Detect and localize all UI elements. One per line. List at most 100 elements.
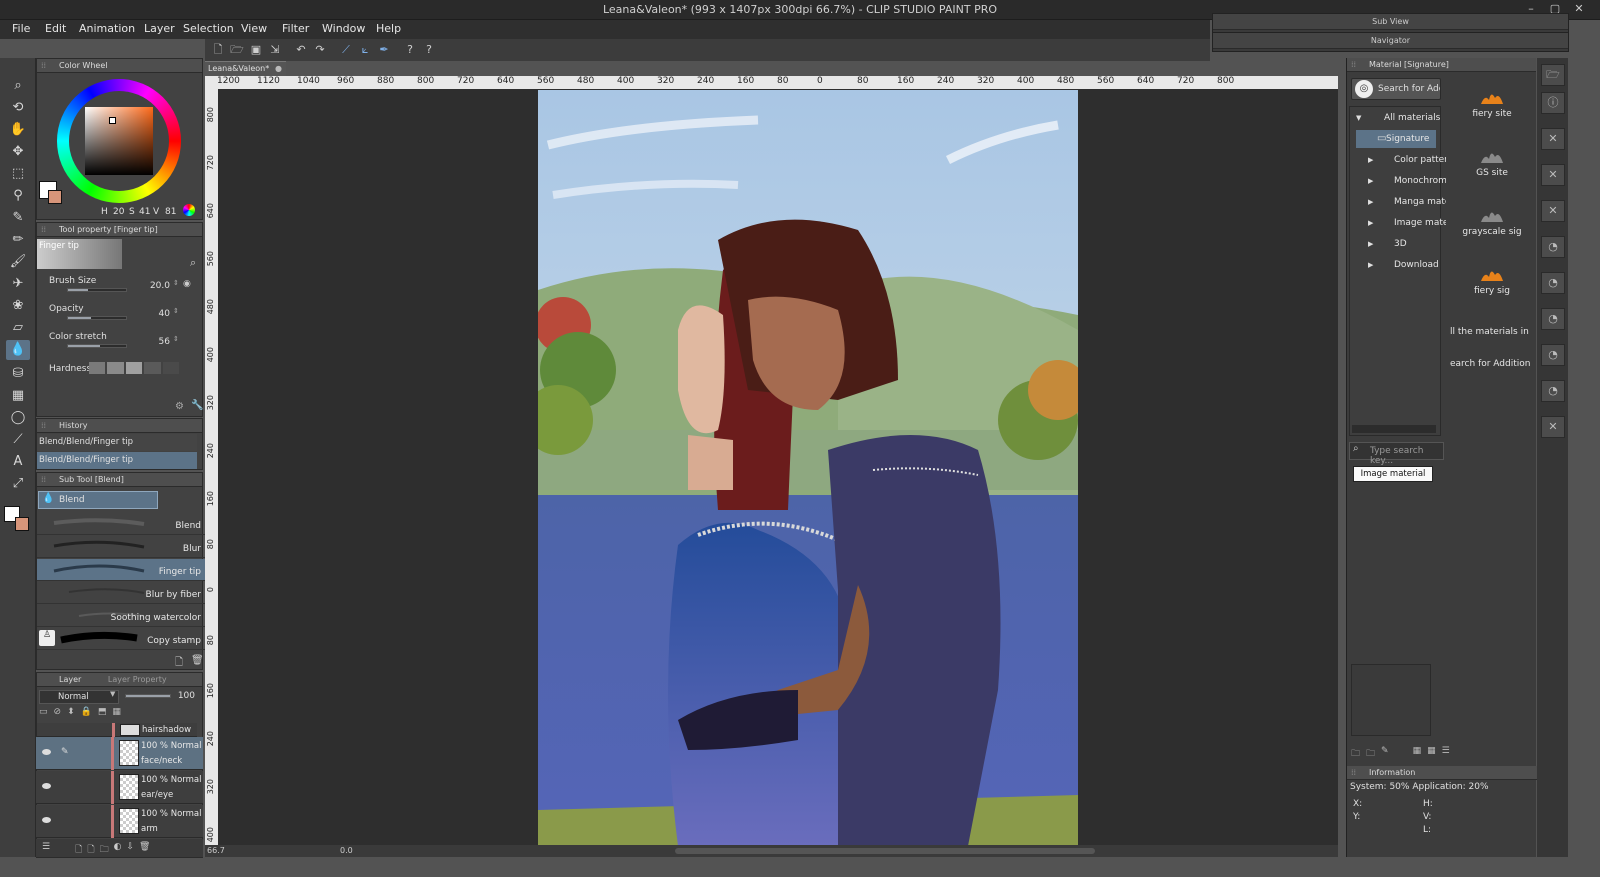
close-button[interactable]: ✕ — [1571, 1, 1587, 17]
grid-small-icon[interactable]: ▦ — [1427, 746, 1436, 762]
h-value[interactable]: 20 — [113, 207, 124, 217]
material-pattern-icon[interactable]: ✕ — [1541, 128, 1565, 150]
navigator-panel[interactable]: Navigator — [1212, 32, 1569, 52]
visibility-eye-icon[interactable] — [42, 749, 51, 755]
fill-icon[interactable]: ⛁ — [6, 364, 30, 384]
history-item[interactable]: Blend/Blend/Finger tip — [37, 434, 197, 451]
chevron-right-icon[interactable]: ▶ — [1368, 219, 1373, 227]
pen-tool-icon[interactable]: ✎ — [6, 208, 30, 228]
v-value[interactable]: 81 — [165, 207, 176, 217]
save-icon[interactable]: ▣ — [248, 42, 264, 58]
brush-icon[interactable]: 🖌 — [6, 252, 30, 272]
material-item[interactable]: fiery sig — [1453, 265, 1531, 296]
grid-large-icon[interactable]: ▦ — [1413, 746, 1422, 762]
layer-row-ear-eye[interactable]: 100 % Normal ear/eye — [36, 771, 203, 804]
magnify-icon[interactable]: ⌕ — [190, 256, 196, 270]
new-file-icon[interactable]: 🗋 — [210, 42, 226, 58]
sub-view-panel[interactable]: Sub View — [1212, 13, 1569, 33]
select-icon[interactable]: ⬚ — [6, 164, 30, 184]
sub-color-swatch-mini[interactable] — [48, 190, 62, 204]
rotate-icon[interactable]: ⟲ — [6, 98, 30, 118]
brush-size-value[interactable]: 20.0 — [142, 281, 170, 291]
spinner-icon[interactable]: ⇕ — [173, 307, 179, 315]
opacity-slider[interactable] — [67, 316, 127, 320]
lasso-icon[interactable]: ⟀ — [357, 42, 373, 58]
clip-icon[interactable]: ⬒ — [98, 707, 107, 721]
pencil-icon[interactable]: ✏ — [6, 230, 30, 250]
material-image-icon[interactable]: ◔ — [1541, 344, 1565, 366]
new-vector-layer-icon[interactable]: 🗋 — [87, 842, 94, 855]
sub-tool-item-blend[interactable]: Blend — [37, 513, 205, 535]
delete-layer-icon[interactable]: 🗑 — [139, 842, 150, 854]
lock-icon[interactable]: 🔒 — [81, 707, 92, 721]
tree-scrollbar[interactable] — [1352, 425, 1436, 433]
chevron-right-icon[interactable]: ▶ — [1368, 240, 1373, 248]
history-item[interactable]: Blend/Blend/Finger tip — [37, 452, 197, 469]
edit-icon[interactable]: ✎ — [1381, 746, 1389, 762]
selection-tool-icon[interactable]: ⟋ — [338, 42, 354, 58]
layer-row-face-neck[interactable]: ✎ 100 % Normal face/neck — [36, 737, 203, 770]
chevron-right-icon[interactable]: ▶ — [1368, 198, 1373, 206]
menu-edit[interactable]: Edit — [43, 22, 68, 35]
tree-item-signature[interactable]: Signature — [1356, 130, 1436, 148]
zoom-icon[interactable]: ⌕ — [6, 76, 30, 96]
layer-tab[interactable]: Layer — [59, 675, 81, 684]
material-image-icon[interactable]: ◔ — [1541, 272, 1565, 294]
material-pattern-icon[interactable]: ✕ — [1541, 164, 1565, 186]
hardness-selector[interactable] — [89, 362, 180, 374]
pressure-icon[interactable]: ◉ — [183, 279, 191, 289]
layer-color-icon[interactable]: ▭ — [39, 707, 48, 721]
horizontal-scrollbar[interactable] — [675, 848, 1095, 854]
chevron-right-icon[interactable]: ▶ — [1368, 261, 1373, 269]
color-stretch-slider[interactable] — [67, 344, 127, 348]
color-picker-cursor[interactable] — [109, 117, 116, 124]
preset-preview[interactable]: Finger tip — [37, 239, 122, 269]
spinner-icon[interactable]: ⇕ — [173, 335, 179, 343]
chevron-down-icon[interactable]: ▼ — [1356, 114, 1361, 122]
eraser-icon[interactable]: ▱ — [6, 318, 30, 338]
layer-ref-icon[interactable]: ⬍ — [67, 707, 75, 721]
new-folder-icon[interactable]: 🗀 — [1366, 746, 1375, 762]
undo-icon[interactable]: ↶ — [293, 42, 309, 58]
menu-animation[interactable]: Animation — [77, 22, 137, 35]
new-folder-icon[interactable]: 🗀 — [100, 842, 109, 855]
menu-layer[interactable]: Layer — [142, 22, 177, 35]
layer-mask-icon[interactable]: ⊘ — [54, 707, 62, 721]
tree-item-all-materials[interactable]: All materials — [1356, 109, 1446, 127]
material-image-icon[interactable]: ◔ — [1541, 308, 1565, 330]
folder-icon[interactable]: 🗁 — [1541, 64, 1565, 86]
airbrush-icon[interactable]: ✈ — [6, 274, 30, 294]
merge-down-icon[interactable]: ⇩ — [126, 842, 134, 854]
close-tab-icon[interactable]: ● — [275, 62, 282, 76]
menu-selection[interactable]: Selection — [181, 22, 236, 35]
layer-property-tab[interactable]: Layer Property — [108, 675, 167, 684]
list-icon[interactable]: ☰ — [1442, 746, 1450, 762]
move-icon[interactable]: ✥ — [6, 142, 30, 162]
chevron-down-icon[interactable]: ▼ — [110, 690, 115, 698]
correct-line-icon[interactable]: ⤢ — [6, 474, 30, 494]
blend-mode-select[interactable]: Normal — [39, 690, 119, 704]
eyedropper-icon[interactable]: ⚲ — [6, 186, 30, 206]
export-icon[interactable]: ⇲ — [267, 42, 283, 58]
layer-settings-icon[interactable]: ☰ — [42, 842, 50, 854]
canvas-workspace[interactable] — [218, 89, 1338, 846]
settings-gear-icon[interactable]: ⚙ — [175, 401, 184, 412]
material-image-icon[interactable]: ◔ — [1541, 236, 1565, 258]
sub-tool-item-blur-by-fiber[interactable]: Blur by fiber — [37, 582, 205, 604]
material-item[interactable]: grayscale sig — [1453, 206, 1531, 237]
ruler-icon[interactable]: ⟋ — [6, 430, 30, 450]
figure-icon[interactable]: ◯ — [6, 408, 30, 428]
sub-tool-group-tab[interactable]: Blend — [38, 491, 158, 509]
material-search-input[interactable]: Type search key... — [1349, 442, 1444, 466]
new-sub-tool-icon[interactable]: 🗋 — [175, 655, 183, 672]
menu-file[interactable]: File — [10, 22, 32, 35]
text-tool-icon[interactable]: A — [6, 452, 30, 472]
horizontal-ruler[interactable]: 1200 1120 1040 960 880 800 720 640 560 480 400 320 2… — [205, 76, 1338, 89]
layer-opacity-value[interactable]: 100 — [173, 691, 195, 701]
layer-opacity-slider[interactable] — [125, 694, 171, 698]
hue-ring[interactable] — [57, 79, 181, 203]
opacity-value[interactable]: 40 — [142, 309, 170, 319]
layer-row-arm[interactable]: 100 % Normal arm — [36, 805, 203, 838]
brush-size-slider[interactable] — [67, 288, 127, 292]
delete-sub-tool-icon[interactable]: 🗑 — [191, 655, 204, 666]
